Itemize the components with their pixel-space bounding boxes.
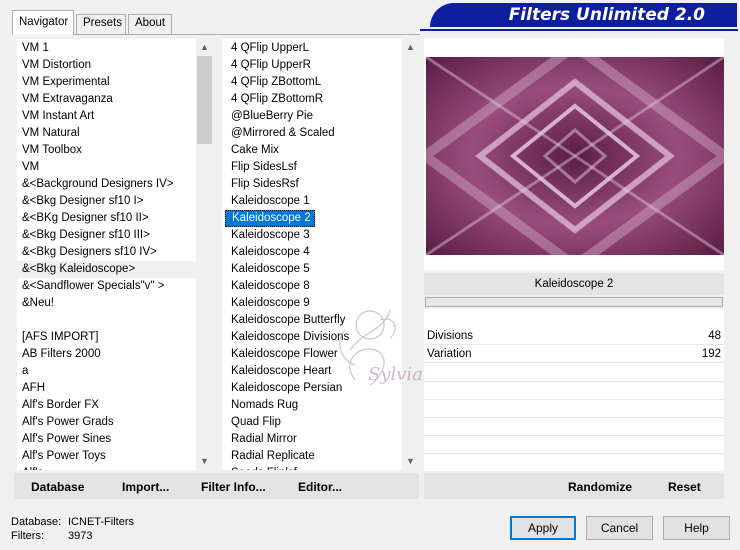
left-toolbar: Database Import... Filter Info... Editor… (14, 473, 419, 499)
apply-button[interactable]: Apply (510, 516, 576, 540)
import-button[interactable]: Import... (122, 480, 169, 494)
filter-list-item[interactable]: Nomads Rug (225, 397, 402, 414)
category-list-item[interactable]: VM Natural (17, 125, 196, 142)
editor-button[interactable]: Editor... (298, 480, 342, 494)
filter-list-item[interactable]: 4 QFlip UpperL (225, 40, 402, 57)
category-list-item[interactable]: [AFS IMPORT] (17, 329, 196, 346)
category-list-item[interactable]: VM 1 (17, 40, 196, 57)
category-list-item[interactable]: Alf's Border FX (17, 397, 196, 414)
filter-list-item[interactable]: Kaleidoscope 8 (225, 278, 402, 295)
param-value: 48 (708, 330, 721, 342)
tab-navigator[interactable]: Navigator (12, 10, 74, 35)
filter-list-item[interactable]: Kaleidoscope Heart (225, 363, 402, 380)
filter-list-item[interactable]: Kaleidoscope Persian (225, 380, 402, 397)
param-divider (424, 435, 724, 436)
database-label: Database: (11, 516, 62, 528)
tab-about[interactable]: About (128, 14, 172, 34)
scroll-up-icon[interactable]: ▲ (196, 39, 213, 56)
param-value: 192 (701, 348, 721, 360)
category-scrollbar[interactable]: ▲ ▼ (196, 39, 213, 470)
filter-list-item[interactable]: @Mirrored & Scaled (225, 125, 402, 142)
category-list-item[interactable]: AFH (17, 380, 196, 397)
category-list-item[interactable]: Alf's Power Toys (17, 448, 196, 465)
filter-list-item[interactable]: 4 QFlip ZBottomL (225, 74, 402, 91)
filter-list-item[interactable]: 4 QFlip ZBottomR (225, 91, 402, 108)
filter-list-item[interactable]: Quad Flip (225, 414, 402, 431)
param-label: Divisions (427, 330, 474, 342)
param-divider (424, 381, 724, 382)
parameter-panel: Divisions 48 Variation 192 (424, 309, 724, 471)
filters-count-label: Filters: (11, 530, 44, 542)
preview-panel (424, 38, 724, 270)
category-list-item[interactable]: VM Distortion (17, 57, 196, 74)
filter-list-item[interactable]: Kaleidoscope 4 (225, 244, 402, 261)
param-divider (424, 417, 724, 418)
category-list-item[interactable]: VM (17, 159, 196, 176)
filter-list-item[interactable]: Kaleidoscope 3 (225, 227, 402, 244)
right-toolbar: Randomize Reset (424, 473, 724, 499)
filter-list-item[interactable]: @BlueBerry Pie (225, 108, 402, 125)
tab-presets[interactable]: Presets (76, 14, 126, 34)
category-scroll-thumb[interactable] (197, 56, 212, 144)
filter-list-item[interactable]: Kaleidoscope Flower (225, 346, 402, 363)
scroll-down-icon[interactable]: ▼ (402, 453, 419, 470)
category-list-item[interactable]: VM Instant Art (17, 108, 196, 125)
category-list-item[interactable]: VM Extravaganza (17, 91, 196, 108)
category-list-item[interactable] (17, 312, 196, 329)
category-list-item[interactable]: AB Filters 2000 (17, 346, 196, 363)
database-button[interactable]: Database (31, 480, 84, 494)
category-list-item[interactable]: &<Bkg Designer sf10 III> (17, 227, 196, 244)
category-list-item[interactable]: Alf's ... (17, 465, 196, 470)
filter-list-item[interactable]: Kaleidoscope 2 (225, 210, 315, 227)
category-list-item[interactable]: &Neu! (17, 295, 196, 312)
scroll-up-icon[interactable]: ▲ (402, 39, 419, 56)
param-divider (424, 453, 724, 454)
filter-list-item[interactable]: Kaleidoscope 1 (225, 193, 402, 210)
category-list-item[interactable]: &<Sandflower Specials"v" > (17, 278, 196, 295)
database-value: ICNET-Filters (68, 516, 134, 528)
category-list-item[interactable]: &<Background Designers IV> (17, 176, 196, 193)
filter-list[interactable]: 4 QFlip UpperL 4 QFlip UpperR 4 QFlip ZBot… (222, 39, 402, 470)
category-list-item[interactable]: VM Experimental (17, 74, 196, 91)
filter-scrollbar[interactable]: ▲ ▼ (402, 39, 419, 470)
filter-list-item[interactable]: Kaleidoscope Butterfly (225, 312, 402, 329)
reset-button[interactable]: Reset (668, 480, 701, 494)
filters-count-value: 3973 (68, 530, 93, 542)
category-list-item[interactable]: VM Toolbox (17, 142, 196, 159)
help-button[interactable]: Help (663, 516, 730, 540)
category-list-item[interactable]: Alf's Power Sines (17, 431, 196, 448)
filter-list-item[interactable]: Radial Mirror (225, 431, 402, 448)
filter-list-item[interactable]: Kaleidoscope Divisions (225, 329, 402, 346)
category-list-item[interactable]: Alf's Power Grads (17, 414, 196, 431)
category-list-item[interactable]: &<Bkg Kaleidoscope> (17, 261, 196, 278)
category-list-item[interactable]: a (17, 363, 196, 380)
filter-info-button[interactable]: Filter Info... (201, 480, 266, 494)
progress-bar (425, 297, 723, 307)
filter-list-item[interactable]: Radial Replicate (225, 448, 402, 465)
filter-list-item[interactable]: 4 QFlip UpperR (225, 57, 402, 74)
banner-underline (420, 29, 738, 31)
category-list-item[interactable]: &<Bkg Designer sf10 I> (17, 193, 196, 210)
filter-list-item[interactable]: Flip SidesRsf (225, 176, 402, 193)
param-variation[interactable]: Variation 192 (424, 346, 724, 363)
category-list-item[interactable]: &<BKg Designer sf10 II> (17, 210, 196, 227)
scroll-down-icon[interactable]: ▼ (196, 453, 213, 470)
filter-list-item[interactable]: Kaleidoscope 5 (225, 261, 402, 278)
param-divider (424, 399, 724, 400)
randomize-button[interactable]: Randomize (568, 480, 632, 494)
param-divisions[interactable]: Divisions 48 (424, 328, 724, 345)
filter-list-item[interactable]: Flip SidesLsf (225, 159, 402, 176)
category-list[interactable]: VM 1 VM Distortion VM Experimental VM Extra… (17, 39, 196, 470)
selected-filter-name: Kaleidoscope 2 (424, 273, 724, 295)
filter-list-item[interactable]: Kaleidoscope 9 (225, 295, 402, 312)
filter-list-item[interactable]: Cake Mix (225, 142, 402, 159)
filter-list-item[interactable]: Seeds Fliplsf (225, 465, 402, 470)
param-label: Variation (427, 348, 472, 360)
preview-image (426, 57, 724, 255)
category-list-item[interactable]: &<Bkg Designers sf10 IV> (17, 244, 196, 261)
cancel-button[interactable]: Cancel (586, 516, 653, 540)
app-banner-title: Filters Unlimited 2.0 (430, 3, 737, 27)
